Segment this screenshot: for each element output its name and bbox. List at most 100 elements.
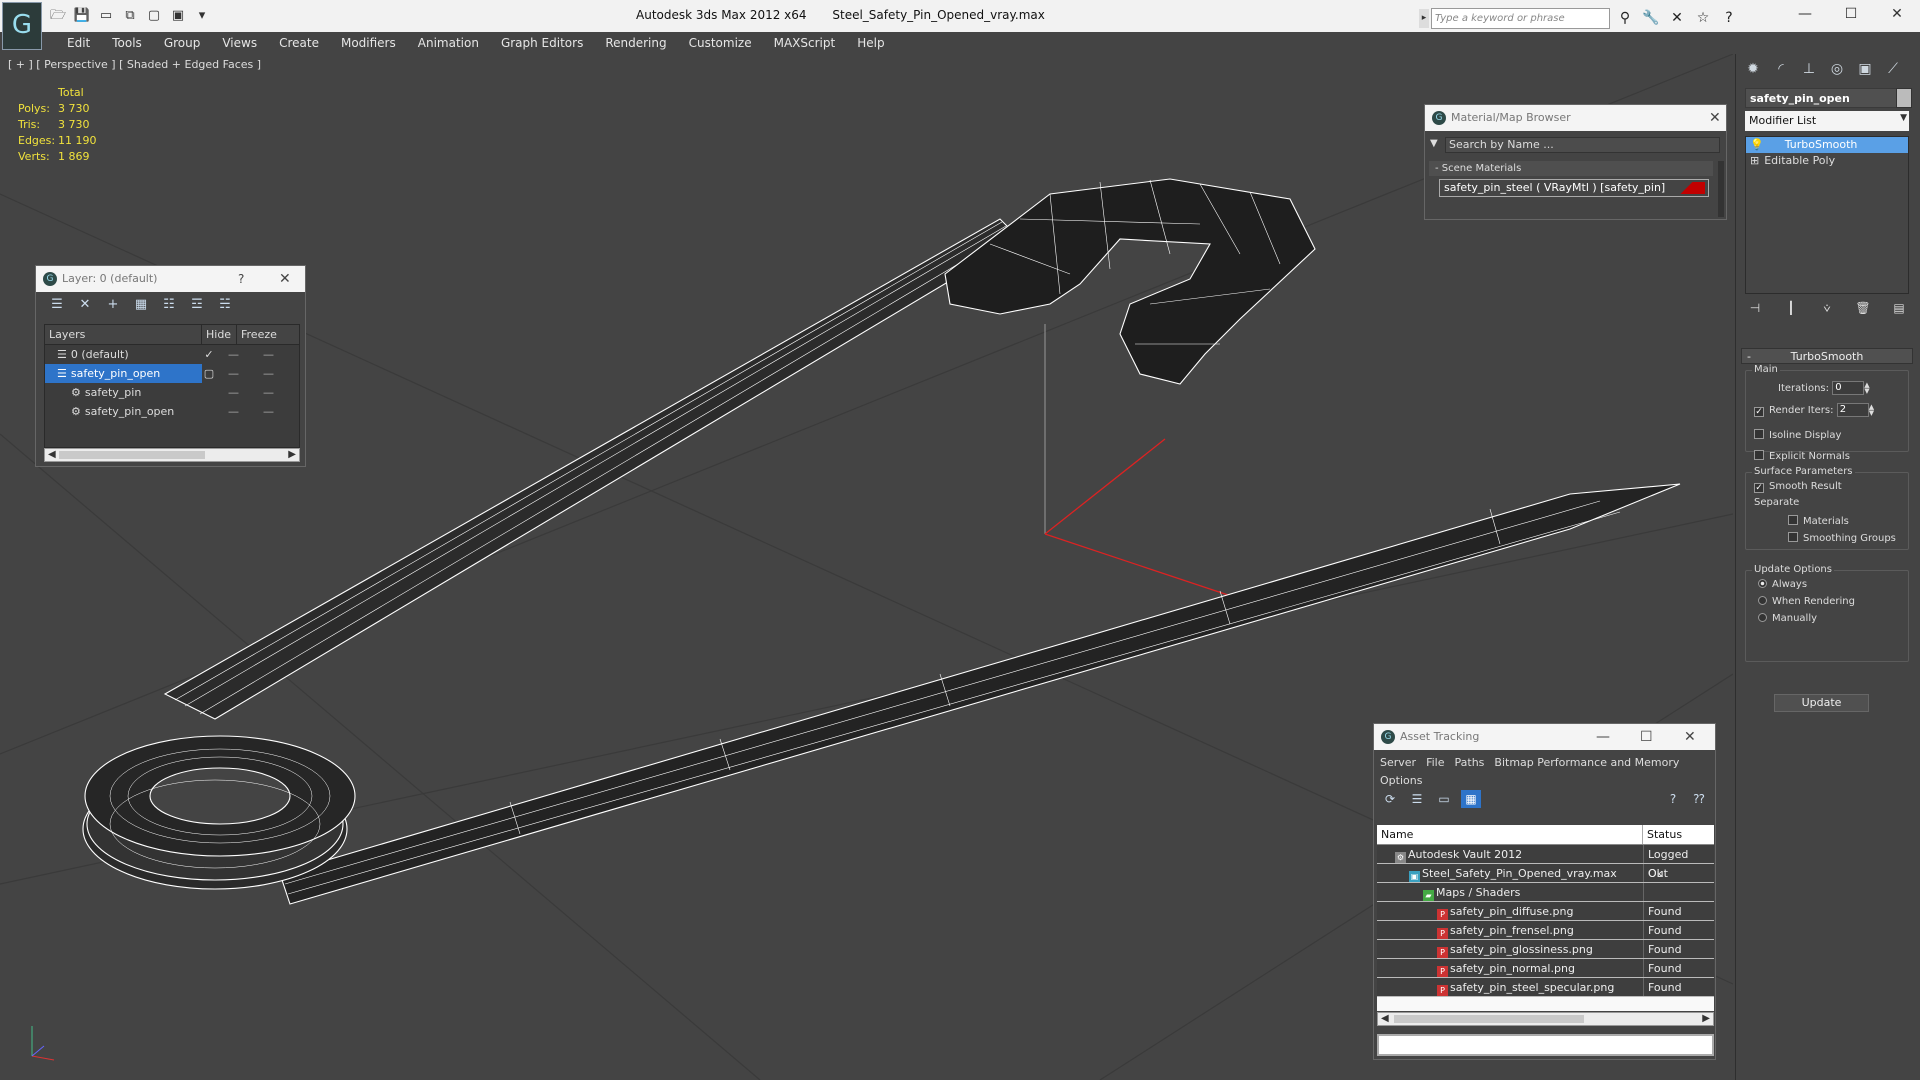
highlight-layer-icon[interactable]: ☷ bbox=[158, 296, 180, 314]
spinner-arrows-icon[interactable]: ▲ ▼ bbox=[1864, 382, 1872, 395]
favorites-star-icon[interactable]: ☆ bbox=[1692, 8, 1714, 28]
list-view-icon[interactable]: ☰ bbox=[1407, 790, 1427, 808]
minimize-icon[interactable]: — bbox=[1596, 724, 1610, 750]
layer-name-cell[interactable]: ⚙ safety_pin_open bbox=[45, 402, 202, 421]
refresh-icon[interactable]: ⟳ bbox=[1380, 790, 1400, 808]
freeze-toggle[interactable]: — bbox=[251, 364, 286, 383]
smooth-result-checkbox[interactable]: ✓ bbox=[1754, 483, 1764, 493]
make-unique-icon[interactable]: ⩒ bbox=[1817, 298, 1837, 318]
minimize-icon[interactable]: — bbox=[1782, 0, 1828, 30]
help-icon[interactable]: ? bbox=[238, 266, 244, 292]
asset-path-input[interactable] bbox=[1377, 1034, 1714, 1056]
qat-dropdown-icon[interactable]: ▾ bbox=[192, 7, 212, 25]
thumbnail-view-icon[interactable]: ▭ bbox=[1434, 790, 1454, 808]
layer-row[interactable]: ☰ safety_pin_open ▢ — — bbox=[45, 364, 299, 383]
undo-icon[interactable]: ▭ bbox=[96, 7, 116, 25]
menu-maxscript[interactable]: MAXScript bbox=[763, 32, 847, 54]
layer-row[interactable]: ⚙ safety_pin_open — — bbox=[45, 402, 299, 421]
modify-tab-icon[interactable]: ◜ bbox=[1768, 58, 1794, 80]
smoothing-groups-checkbox[interactable] bbox=[1788, 532, 1798, 542]
when-rendering-radio[interactable] bbox=[1758, 596, 1767, 605]
close-icon[interactable]: ✕ bbox=[1709, 105, 1721, 131]
display-tab-icon[interactable]: ▣ bbox=[1852, 58, 1878, 80]
light-bulb-icon[interactable]: 💡 bbox=[1750, 137, 1764, 153]
save-icon[interactable]: 💾 bbox=[72, 7, 92, 25]
menu-help[interactable]: Help bbox=[846, 32, 895, 54]
column-layers[interactable]: Layers bbox=[45, 325, 202, 344]
material-browser-titlebar[interactable]: G Material/Map Browser ✕ bbox=[1425, 105, 1726, 131]
always-radio[interactable] bbox=[1758, 579, 1767, 588]
select-objects-icon[interactable]: ▦ bbox=[130, 296, 152, 314]
context-help-icon[interactable]: ⁇ bbox=[1689, 790, 1709, 808]
asset-row[interactable]: Psafety_pin_steel_specular.png Found bbox=[1377, 978, 1714, 997]
hide-all-layers-icon[interactable]: ☲ bbox=[186, 296, 208, 314]
scene-materials-section[interactable]: - Scene Materials bbox=[1429, 161, 1713, 176]
show-end-result-icon[interactable]: ┃ bbox=[1781, 298, 1801, 318]
scroll-right-icon[interactable]: ▶ bbox=[1702, 1013, 1710, 1024]
create-tab-icon[interactable]: ✹ bbox=[1740, 58, 1766, 80]
create-layer-icon[interactable]: ☰ bbox=[46, 296, 68, 314]
isoline-checkbox[interactable] bbox=[1754, 429, 1764, 439]
add-to-layer-icon[interactable]: + bbox=[102, 296, 124, 314]
help-icon[interactable]: ? bbox=[1663, 790, 1683, 808]
utilities-tab-icon[interactable]: ⟋ bbox=[1880, 58, 1906, 80]
hide-toggle[interactable]: — bbox=[216, 364, 251, 383]
scroll-left-icon[interactable]: ◀ bbox=[48, 449, 56, 460]
render-iters-spinner[interactable]: 2 bbox=[1836, 403, 1869, 417]
redo-icon[interactable]: ⧉ bbox=[120, 7, 140, 25]
menu-graph-editors[interactable]: Graph Editors bbox=[490, 32, 594, 54]
current-layer-cell[interactable] bbox=[202, 402, 216, 421]
freeze-all-layers-icon[interactable]: ☵ bbox=[214, 296, 236, 314]
maximize-icon[interactable]: ☐ bbox=[1640, 724, 1653, 750]
asset-menu-paths[interactable]: Paths bbox=[1455, 756, 1485, 769]
maximize-icon[interactable]: ☐ bbox=[1828, 0, 1874, 30]
layer-name-cell[interactable]: ☰ 0 (default) bbox=[45, 345, 202, 364]
remove-modifier-icon[interactable]: 🗑 bbox=[1853, 298, 1873, 318]
turbosmooth-rollout-header[interactable]: - TurboSmooth bbox=[1741, 348, 1913, 364]
asset-menu-bitmap-performance-and-memory[interactable]: Bitmap Performance and Memory bbox=[1494, 756, 1679, 769]
spinner-arrows-icon[interactable]: ▲ ▼ bbox=[1869, 404, 1877, 417]
material-item[interactable]: safety_pin_steel ( VRayMtl ) [safety_pin… bbox=[1439, 179, 1709, 197]
search-input[interactable]: Type a keyword or phrase bbox=[1431, 8, 1610, 29]
object-name-field[interactable]: safety_pin_open bbox=[1745, 88, 1901, 108]
asset-row[interactable]: ▰ Maps / Shaders bbox=[1377, 883, 1714, 902]
render-iters-checkbox[interactable]: ✓ bbox=[1754, 407, 1764, 417]
options-dropdown-icon[interactable]: ▼ bbox=[1430, 138, 1438, 149]
layer-row[interactable]: ☰ 0 (default) ✓ — — bbox=[45, 345, 299, 364]
layer-name-cell[interactable]: ⚙ safety_pin bbox=[45, 383, 202, 402]
close-icon[interactable]: ✕ bbox=[1874, 0, 1920, 30]
subscription-icon[interactable]: 🔧 bbox=[1640, 8, 1662, 28]
asset-tracking-titlebar[interactable]: G Asset Tracking — ☐ ✕ bbox=[1374, 724, 1715, 750]
menu-tools[interactable]: Tools bbox=[101, 32, 153, 54]
layer-row[interactable]: ⚙ safety_pin — — bbox=[45, 383, 299, 402]
viewport-label[interactable]: [ + ] [ Perspective ] [ Shaded + Edged F… bbox=[8, 58, 261, 71]
manually-radio[interactable] bbox=[1758, 613, 1767, 622]
material-search-input[interactable]: Search by Name ... bbox=[1445, 137, 1720, 153]
set-current-layer-icon[interactable]: ▢ bbox=[202, 364, 216, 383]
column-name[interactable]: Name bbox=[1377, 825, 1643, 844]
explicit-normals-checkbox[interactable] bbox=[1754, 450, 1764, 460]
scroll-left-icon[interactable]: ◀ bbox=[1381, 1013, 1389, 1024]
expand-plus-icon[interactable]: ⊞ bbox=[1750, 153, 1759, 169]
menu-create[interactable]: Create bbox=[268, 32, 330, 54]
hide-toggle[interactable]: — bbox=[216, 383, 251, 402]
current-layer-cell[interactable] bbox=[202, 383, 216, 402]
menu-customize[interactable]: Customize bbox=[678, 32, 763, 54]
materials-checkbox[interactable] bbox=[1788, 515, 1798, 525]
freeze-toggle[interactable]: — bbox=[251, 402, 286, 421]
configure-modifier-sets-icon[interactable]: ▤ bbox=[1889, 298, 1909, 318]
asset-row[interactable]: Psafety_pin_normal.png Found bbox=[1377, 959, 1714, 978]
help-icon[interactable]: ? bbox=[1718, 8, 1740, 28]
current-layer-check-icon[interactable]: ✓ bbox=[202, 345, 216, 364]
hierarchy-tab-icon[interactable]: ⊥ bbox=[1796, 58, 1822, 80]
binoculars-icon[interactable]: ⚲ bbox=[1614, 8, 1636, 28]
app-logo-button[interactable]: G bbox=[2, 2, 42, 50]
asset-horizontal-scrollbar[interactable]: ◀ ▶ bbox=[1377, 1012, 1714, 1026]
asset-row[interactable]: ▣ Steel_Safety_Pin_Opened_vray.max Ok bbox=[1377, 864, 1714, 883]
modifier-stack-item[interactable]: 💡 TurboSmooth bbox=[1746, 137, 1908, 153]
asset-row[interactable]: ⚙ Autodesk Vault 2012 Logged Out bbox=[1377, 845, 1714, 880]
scrollbar-thumb[interactable] bbox=[59, 451, 205, 459]
asset-row[interactable]: Psafety_pin_glossiness.png Found bbox=[1377, 940, 1714, 959]
fetch-icon[interactable]: ▣ bbox=[168, 7, 188, 25]
menu-modifiers[interactable]: Modifiers bbox=[330, 32, 407, 54]
